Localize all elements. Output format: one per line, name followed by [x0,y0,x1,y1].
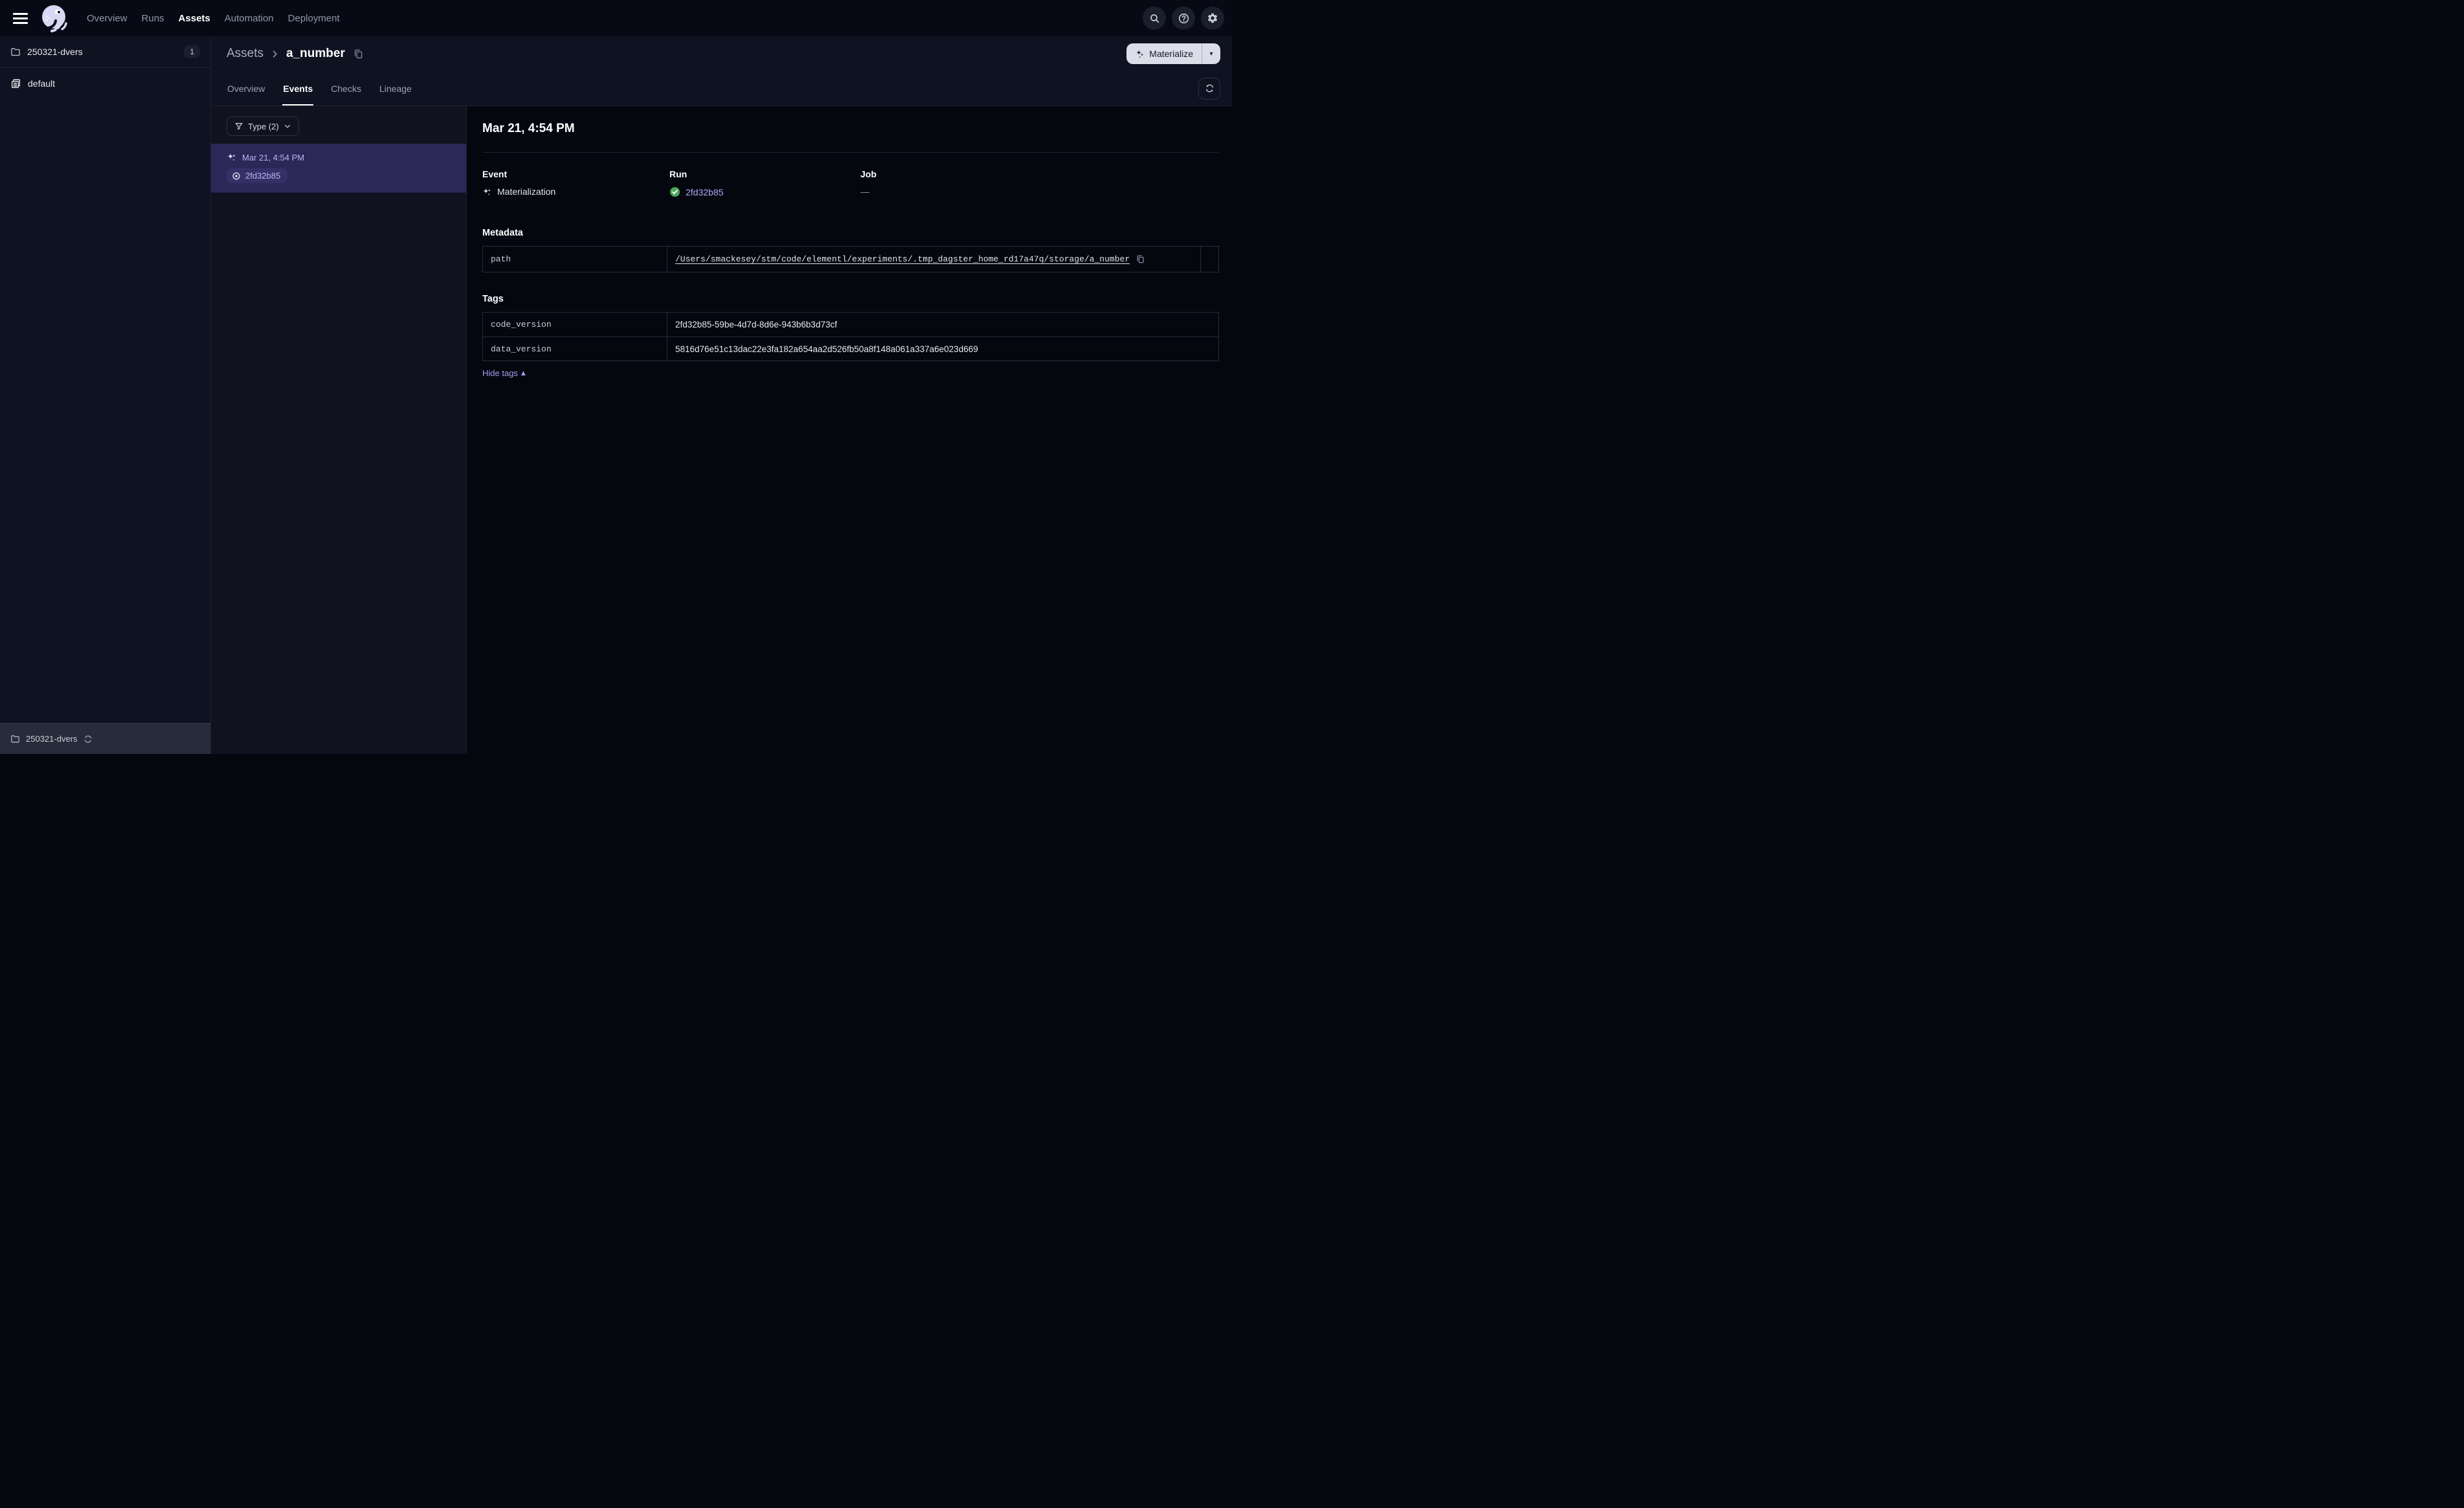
tag-value: 2fd32b85-59be-4d7d-8d6e-943b6b3d73cf [675,320,837,329]
dagster-logo-icon[interactable] [39,3,70,34]
asset-name: a_number [286,47,345,60]
nav-item-deployment[interactable]: Deployment [288,13,340,24]
nav-item-runs[interactable]: Runs [142,13,164,24]
materialize-split-button: Materialize ▾ [1126,43,1220,64]
nav-item-overview[interactable]: Overview [87,13,128,24]
tab-lineage[interactable]: Lineage [379,71,412,105]
detail-divider [482,152,1219,153]
asset-catalog-sidebar: 250321-dvers 1 default 250321-dvers [0,36,211,754]
code-location-name: 250321-dvers [27,47,83,57]
event-detail-title: Mar 21, 4:54 PM [482,122,575,135]
tab-overview[interactable]: Overview [227,71,265,105]
group-name: default [28,78,56,89]
job-column: Job — [860,169,1219,197]
run-id-link[interactable]: 2fd32b85 [686,187,723,197]
event-list-item-selected[interactable]: Mar 21, 4:54 PM 2fd32b85 [211,144,466,193]
sidebar-item-group-default[interactable]: default [0,68,210,99]
nav-item-assets[interactable]: Assets [179,13,210,24]
help-icon[interactable] [1172,6,1195,30]
tags-table: code_version 2fd32b85-59be-4d7d-8d6e-943… [482,312,1219,361]
metadata-path-link[interactable]: /Users/smackesey/stm/code/elementl/exper… [675,254,1130,264]
search-icon[interactable] [1143,6,1166,30]
hide-tags-link[interactable]: Hide tags ▲ [482,368,526,378]
run-col-label: Run [669,169,688,179]
event-type: Materialization [497,186,556,197]
run-target-icon [232,172,241,181]
asset-page-header: Assets a_number Materialize ▾ Overview E… [211,36,1232,106]
chevron-down-icon [284,122,291,130]
metadata-heading: Metadata [482,228,523,238]
event-timestamp: Mar 21, 4:54 PM [242,152,305,162]
asset-tabs: Overview Events Checks Lineage [211,71,1232,105]
copy-path-icon[interactable] [1134,253,1147,265]
event-column: Event Materialization [482,169,669,197]
sparkle-icon [1135,49,1145,59]
table-row: path /Users/smackesey/stm/code/elementl/… [483,247,1218,272]
event-col-label: Event [482,169,508,179]
nav-item-automation[interactable]: Automation [225,13,274,24]
event-type-filter-button[interactable]: Type (2) [227,116,299,136]
footer-location-name: 250321-dvers [26,734,78,744]
settings-gear-icon[interactable] [1201,6,1224,30]
run-success-check-icon [669,186,680,197]
refresh-icon[interactable] [1198,77,1220,100]
materialize-label: Materialize [1149,49,1193,59]
event-summary-columns: Event Materialization Run 2fd32b85 Job — [482,169,1219,197]
metadata-key: path [483,247,667,272]
job-col-label: Job [860,169,877,179]
table-row: data_version 5816d76e51c13dac22e3fa182a6… [483,337,1218,360]
metadata-table: path /Users/smackesey/stm/code/elementl/… [482,246,1219,272]
materialization-sparkle-icon [227,152,237,162]
hide-tags-label: Hide tags [482,368,518,378]
sidebar-item-code-location[interactable]: 250321-dvers 1 [0,36,210,67]
event-detail-pane: Mar 21, 4:54 PM Event Materialization Ru… [467,106,1232,754]
reload-location-icon[interactable] [84,735,93,744]
materialize-dropdown-caret-icon[interactable]: ▾ [1202,43,1220,64]
folder-icon [10,47,21,57]
materialization-sparkle-icon [482,187,492,197]
folder-icon [10,734,20,744]
event-run-id: 2fd32b85 [245,171,281,181]
copy-asset-name-icon[interactable] [352,47,365,61]
event-run-pill[interactable]: 2fd32b85 [227,168,288,183]
primary-nav: Overview Runs Assets Automation Deployme… [87,13,340,24]
caret-up-icon: ▲ [521,370,526,377]
tags-heading: Tags [482,294,504,304]
materialize-button[interactable]: Materialize [1126,43,1202,64]
run-column: Run 2fd32b85 [669,169,860,197]
events-list-panel: Type (2) Mar 21, 4:54 PM 2fd32b85 [211,106,467,754]
tag-value: 5816d76e51c13dac22e3fa182a654aa2d526fb50… [675,344,978,354]
job-value: — [860,186,869,197]
table-row: code_version 2fd32b85-59be-4d7d-8d6e-943… [483,313,1218,337]
sidebar-footer-code-location[interactable]: 250321-dvers [0,723,210,754]
tab-checks[interactable]: Checks [330,71,362,105]
tag-key: code_version [483,313,667,337]
tab-events[interactable]: Events [282,71,314,105]
filter-label: Type (2) [248,121,279,131]
asset-count-badge: 1 [184,45,200,58]
table-end-cell [1200,247,1218,272]
tag-key: data_version [483,337,667,360]
breadcrumb: Assets a_number Materialize ▾ [211,36,1232,71]
asset-group-icon [10,78,21,89]
filter-funnel-icon [234,122,243,131]
chevron-right-icon [270,49,280,59]
breadcrumb-assets-link[interactable]: Assets [227,47,263,61]
menu-icon[interactable] [8,5,34,31]
top-nav: Overview Runs Assets Automation Deployme… [0,0,1232,36]
